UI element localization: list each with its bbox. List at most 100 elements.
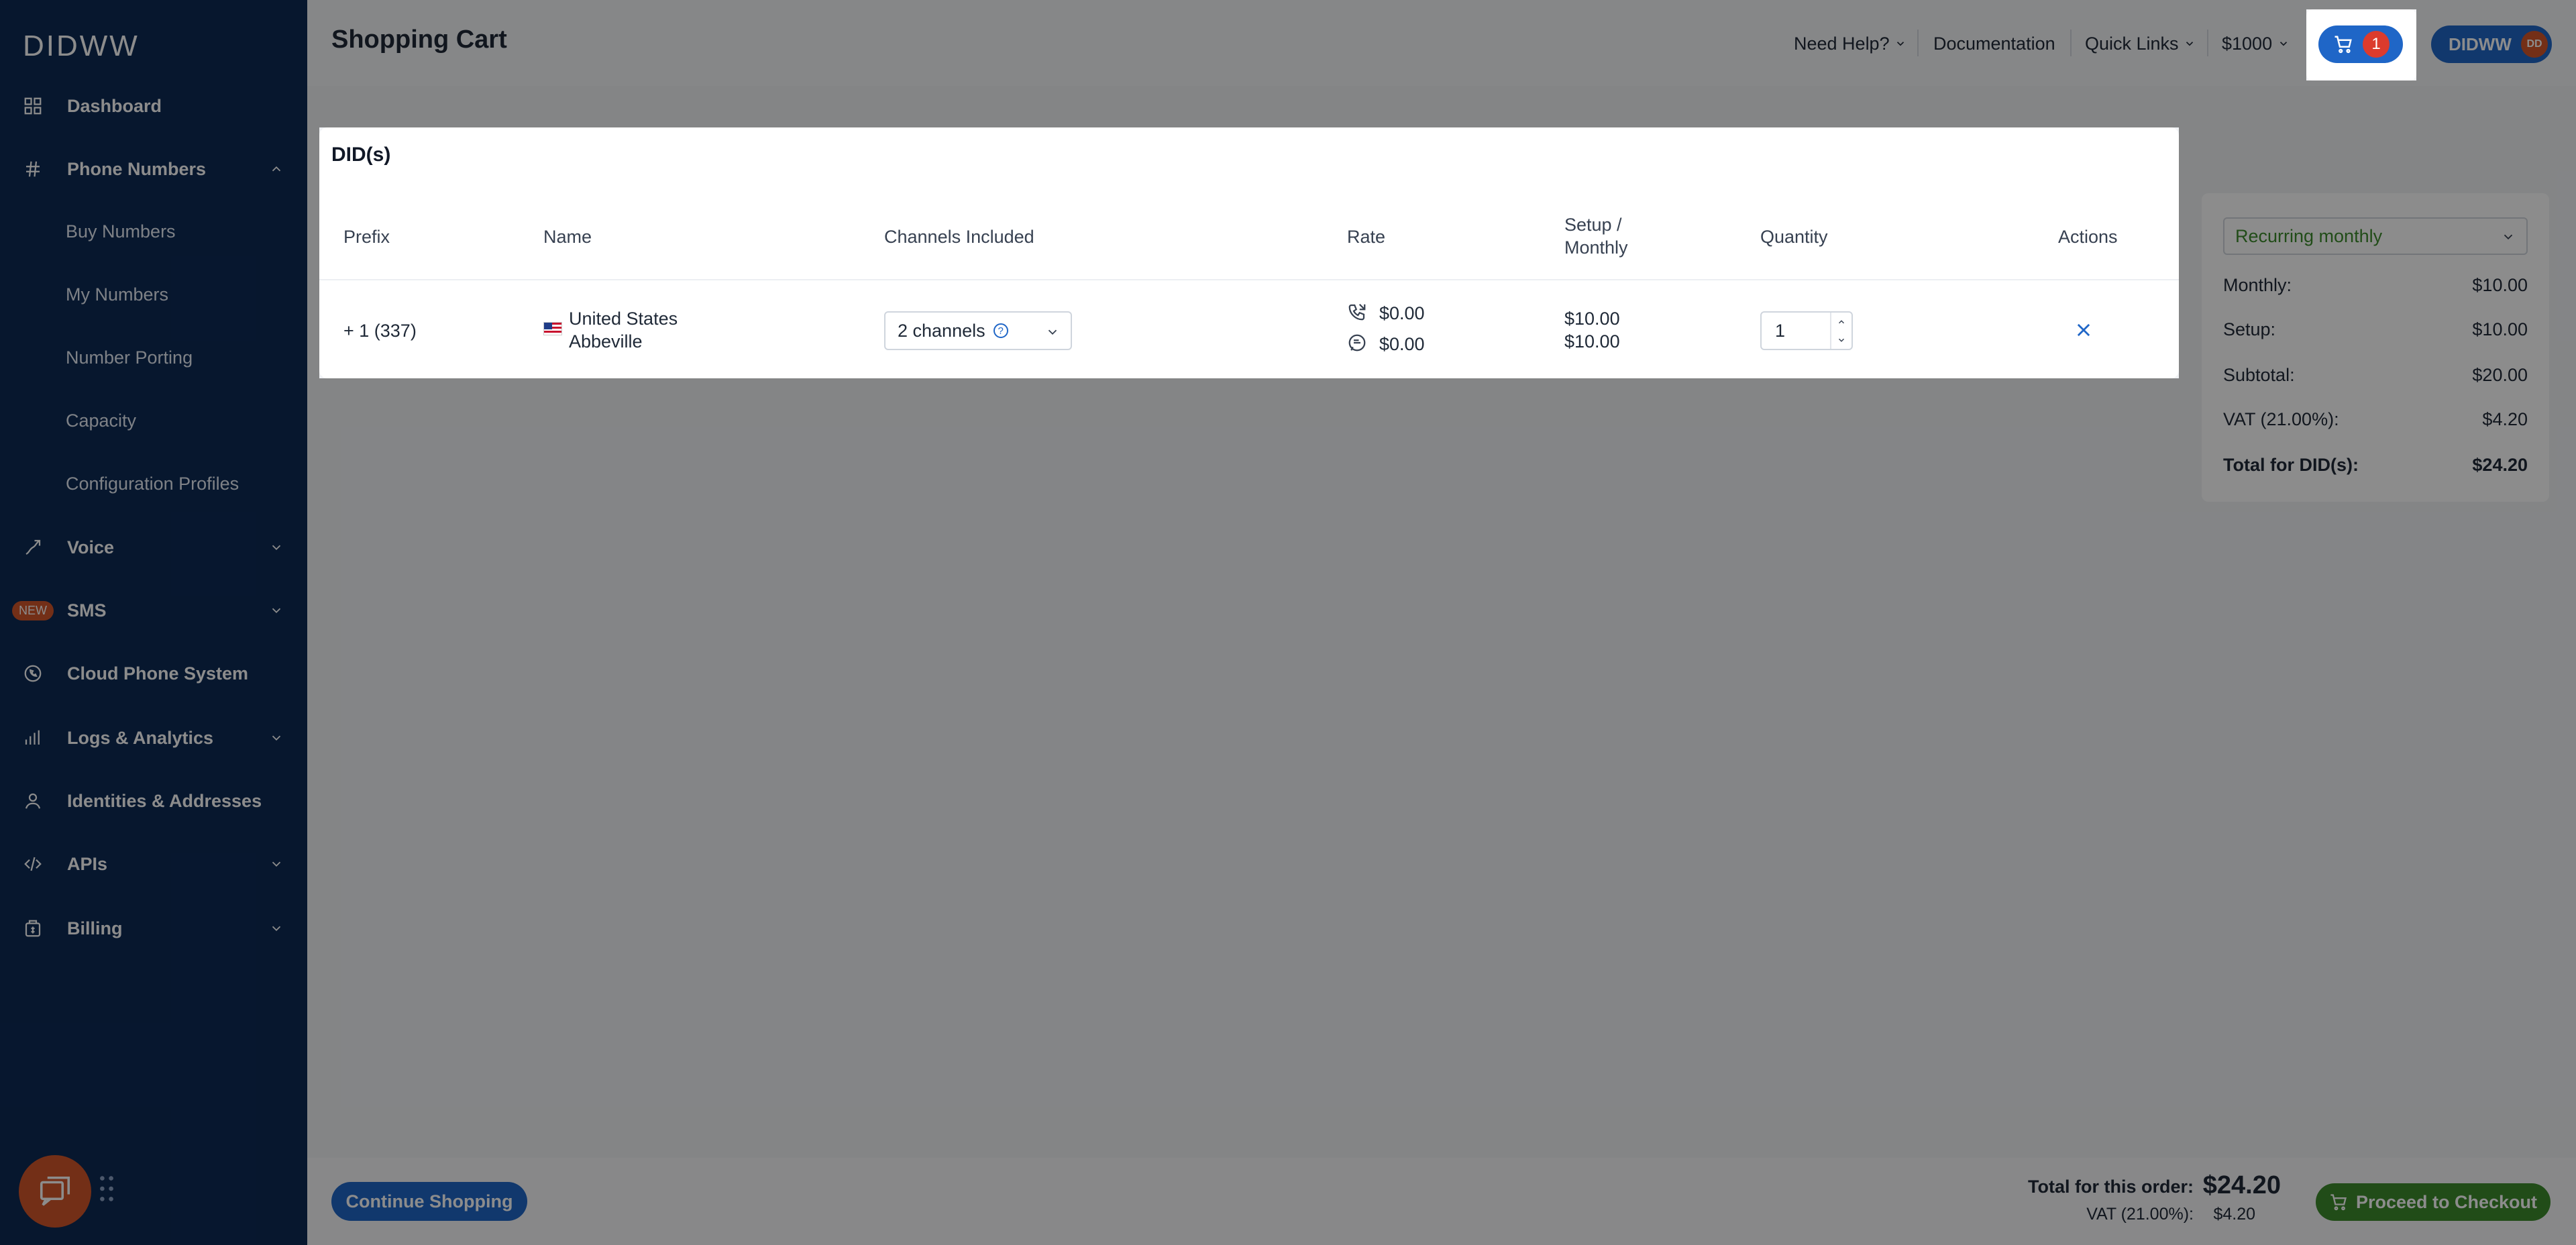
chevron-down-icon [2279,42,2287,46]
chevron-down-icon [1048,329,1057,335]
column-header-monthly: Monthly [1564,237,1628,258]
row-prefix: + 1 (337) [343,321,417,341]
sidebar-item-dashboard[interactable]: Dashboard [0,79,307,133]
user-name: DIDWW [2449,34,2512,54]
sidebar-subitem-my-numbers[interactable]: My Numbers [66,284,168,305]
overlay-dim [0,80,2576,127]
chevron-down-icon [1838,338,1845,342]
sidebar-item-label: Dashboard [67,95,162,116]
summary-label: Monthly: [2223,275,2292,295]
chevron-down-icon [2504,234,2513,240]
header-divider [2207,30,2208,56]
quantity-value: 1 [1775,320,1786,341]
quantity-spinner [1830,313,1851,349]
balance-dropdown[interactable]: $1000 [2222,34,2290,54]
checkout-label: Proceed to Checkout [2355,1191,2538,1212]
summary-value: $20.00 [2472,365,2528,385]
sidebar-item-label: SMS [67,600,107,620]
help-question-icon[interactable]: ? [993,323,1008,338]
cart-icon [2334,36,2352,54]
sms-bubble-icon [1348,334,1366,351]
rate-sms: $0.00 [1379,334,1425,354]
sidebar-item-identities-addresses[interactable]: Identities & Addresses [0,774,307,828]
summary-label: Total for DID(s): [2223,455,2359,475]
cart-button[interactable]: 1 [2318,25,2403,63]
close-icon [2077,323,2090,337]
sidebar-subitem-buy-numbers[interactable]: Buy Numbers [66,221,176,242]
order-total-value: $24.20 [2202,1171,2281,1199]
balance-value: $1000 [2222,34,2273,54]
sidebar: DIDWW Dashboard Phone Numbers Buy Number… [0,0,307,1245]
sidebar-subitem-configuration-profiles[interactable]: Configuration Profiles [66,474,239,494]
sidebar-item-label: Voice [67,537,115,557]
sidebar-item-label: Logs & Analytics [67,727,214,748]
continue-shopping-button[interactable]: Continue Shopping [331,1182,527,1221]
chevron-down-icon [268,539,284,555]
phone-call-icon [1348,303,1366,321]
didww-logo[interactable]: DIDWW [23,30,140,63]
sidebar-item-billing[interactable]: Billing [0,902,307,955]
increment-button[interactable] [1831,313,1851,331]
proceed-to-checkout-button[interactable]: Proceed to Checkout [2316,1183,2551,1221]
chevron-up-icon [1838,319,1845,323]
billing-period-select[interactable]: Recurring monthly [2223,217,2528,255]
user-menu-button[interactable]: DIDWW DD [2431,25,2552,63]
phone-circle-icon [21,662,44,685]
documentation-link[interactable]: Documentation [1933,34,2055,54]
summary-value: $10.00 [2472,319,2528,339]
order-summary-panel: Recurring monthly Monthly: $10.00 Setup:… [2202,193,2549,502]
order-vat-label: VAT (21.00%): [2086,1205,2194,1224]
did-section-title: DID(s) [331,144,391,166]
summary-label: VAT (21.00%): [2223,409,2339,429]
quantity-stepper[interactable]: 1 [1760,311,1853,350]
overlay-dim [0,378,2576,1245]
cart-icon [2330,1194,2347,1211]
chevron-down-icon [1897,42,1904,46]
summary-row-monthly: Monthly: $10.00 [2223,275,2528,296]
quick-links-label: Quick Links [2085,34,2179,54]
sidebar-item-label: Cloud Phone System [67,663,249,684]
chat-icon [40,1176,70,1206]
sidebar-item-phone-numbers[interactable]: Phone Numbers [0,142,307,196]
summary-row-subtotal: Subtotal: $20.00 [2223,365,2528,386]
sidebar-item-label: APIs [67,853,108,874]
need-help-dropdown[interactable]: Need Help? [1794,34,1907,54]
code-icon [21,853,44,875]
avatar: DD [2521,31,2548,58]
summary-row-vat: VAT (21.00%): $4.20 [2223,409,2528,430]
quick-links-dropdown[interactable]: Quick Links [2085,34,2196,54]
order-total-label: Total for this order: [2028,1177,2194,1197]
bar-chart-icon [21,726,44,749]
chevron-down-icon [268,920,284,936]
sidebar-subitem-number-porting[interactable]: Number Porting [66,347,193,368]
sidebar-item-label: Billing [67,918,123,938]
did-cart-card: DID(s) Prefix Name Channels Included Rat… [319,127,2179,378]
cart-footer: Continue Shopping Total for this order: … [307,1158,2576,1245]
column-header-prefix: Prefix [343,227,390,247]
sidebar-subitem-capacity[interactable]: Capacity [66,411,136,431]
live-chat-button[interactable] [19,1155,91,1228]
column-header-channels: Channels Included [884,227,1034,247]
billing-period-value: Recurring monthly [2235,225,2383,246]
row-city: Abbeville [569,331,643,351]
column-header-actions: Actions [2058,227,2118,247]
summary-value: $10.00 [2472,275,2528,295]
sidebar-item-cloud-phone-system[interactable]: Cloud Phone System [0,647,307,700]
sidebar-item-apis[interactable]: APIs [0,837,307,891]
drag-handle-icon[interactable] [99,1175,114,1205]
sidebar-item-voice[interactable]: Voice [0,521,307,574]
summary-value: $4.20 [2482,409,2528,429]
new-badge: NEW [12,600,54,620]
us-flag-icon [543,322,562,335]
sidebar-item-logs-analytics[interactable]: Logs & Analytics [0,711,307,765]
channels-value: 2 channels [898,320,985,341]
rate-voice: $0.00 [1379,303,1425,323]
remove-item-button[interactable] [2074,321,2093,343]
column-header-name: Name [543,227,592,247]
decrement-button[interactable] [1831,331,1851,349]
chevron-down-icon [268,856,284,872]
channels-select[interactable]: 2 channels ? [884,311,1072,350]
sidebar-item-sms[interactable]: NEW SMS [0,584,307,637]
chevron-down-icon [268,730,284,746]
table-divider [319,279,2179,280]
